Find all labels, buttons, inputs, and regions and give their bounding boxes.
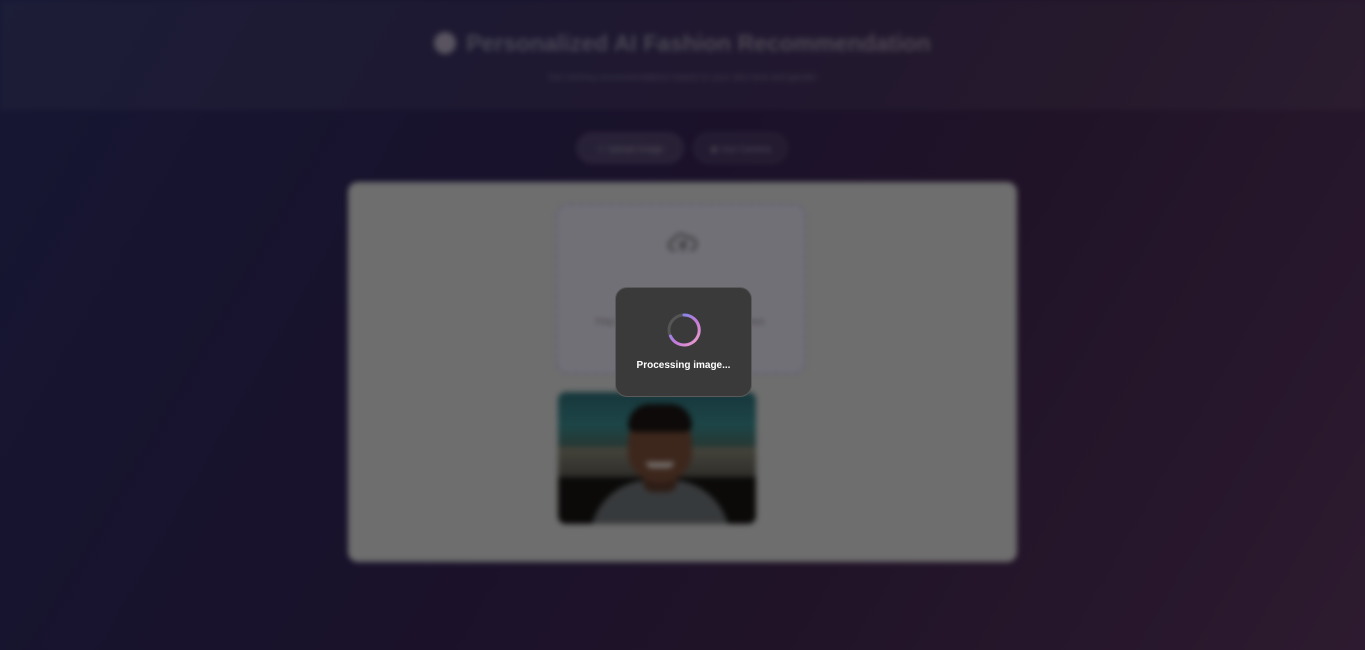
loading-overlay: Processing image... <box>0 0 1365 650</box>
loading-message: Processing image... <box>636 360 731 371</box>
loading-dialog: Processing image... <box>615 287 752 397</box>
spinner-icon <box>667 313 701 347</box>
